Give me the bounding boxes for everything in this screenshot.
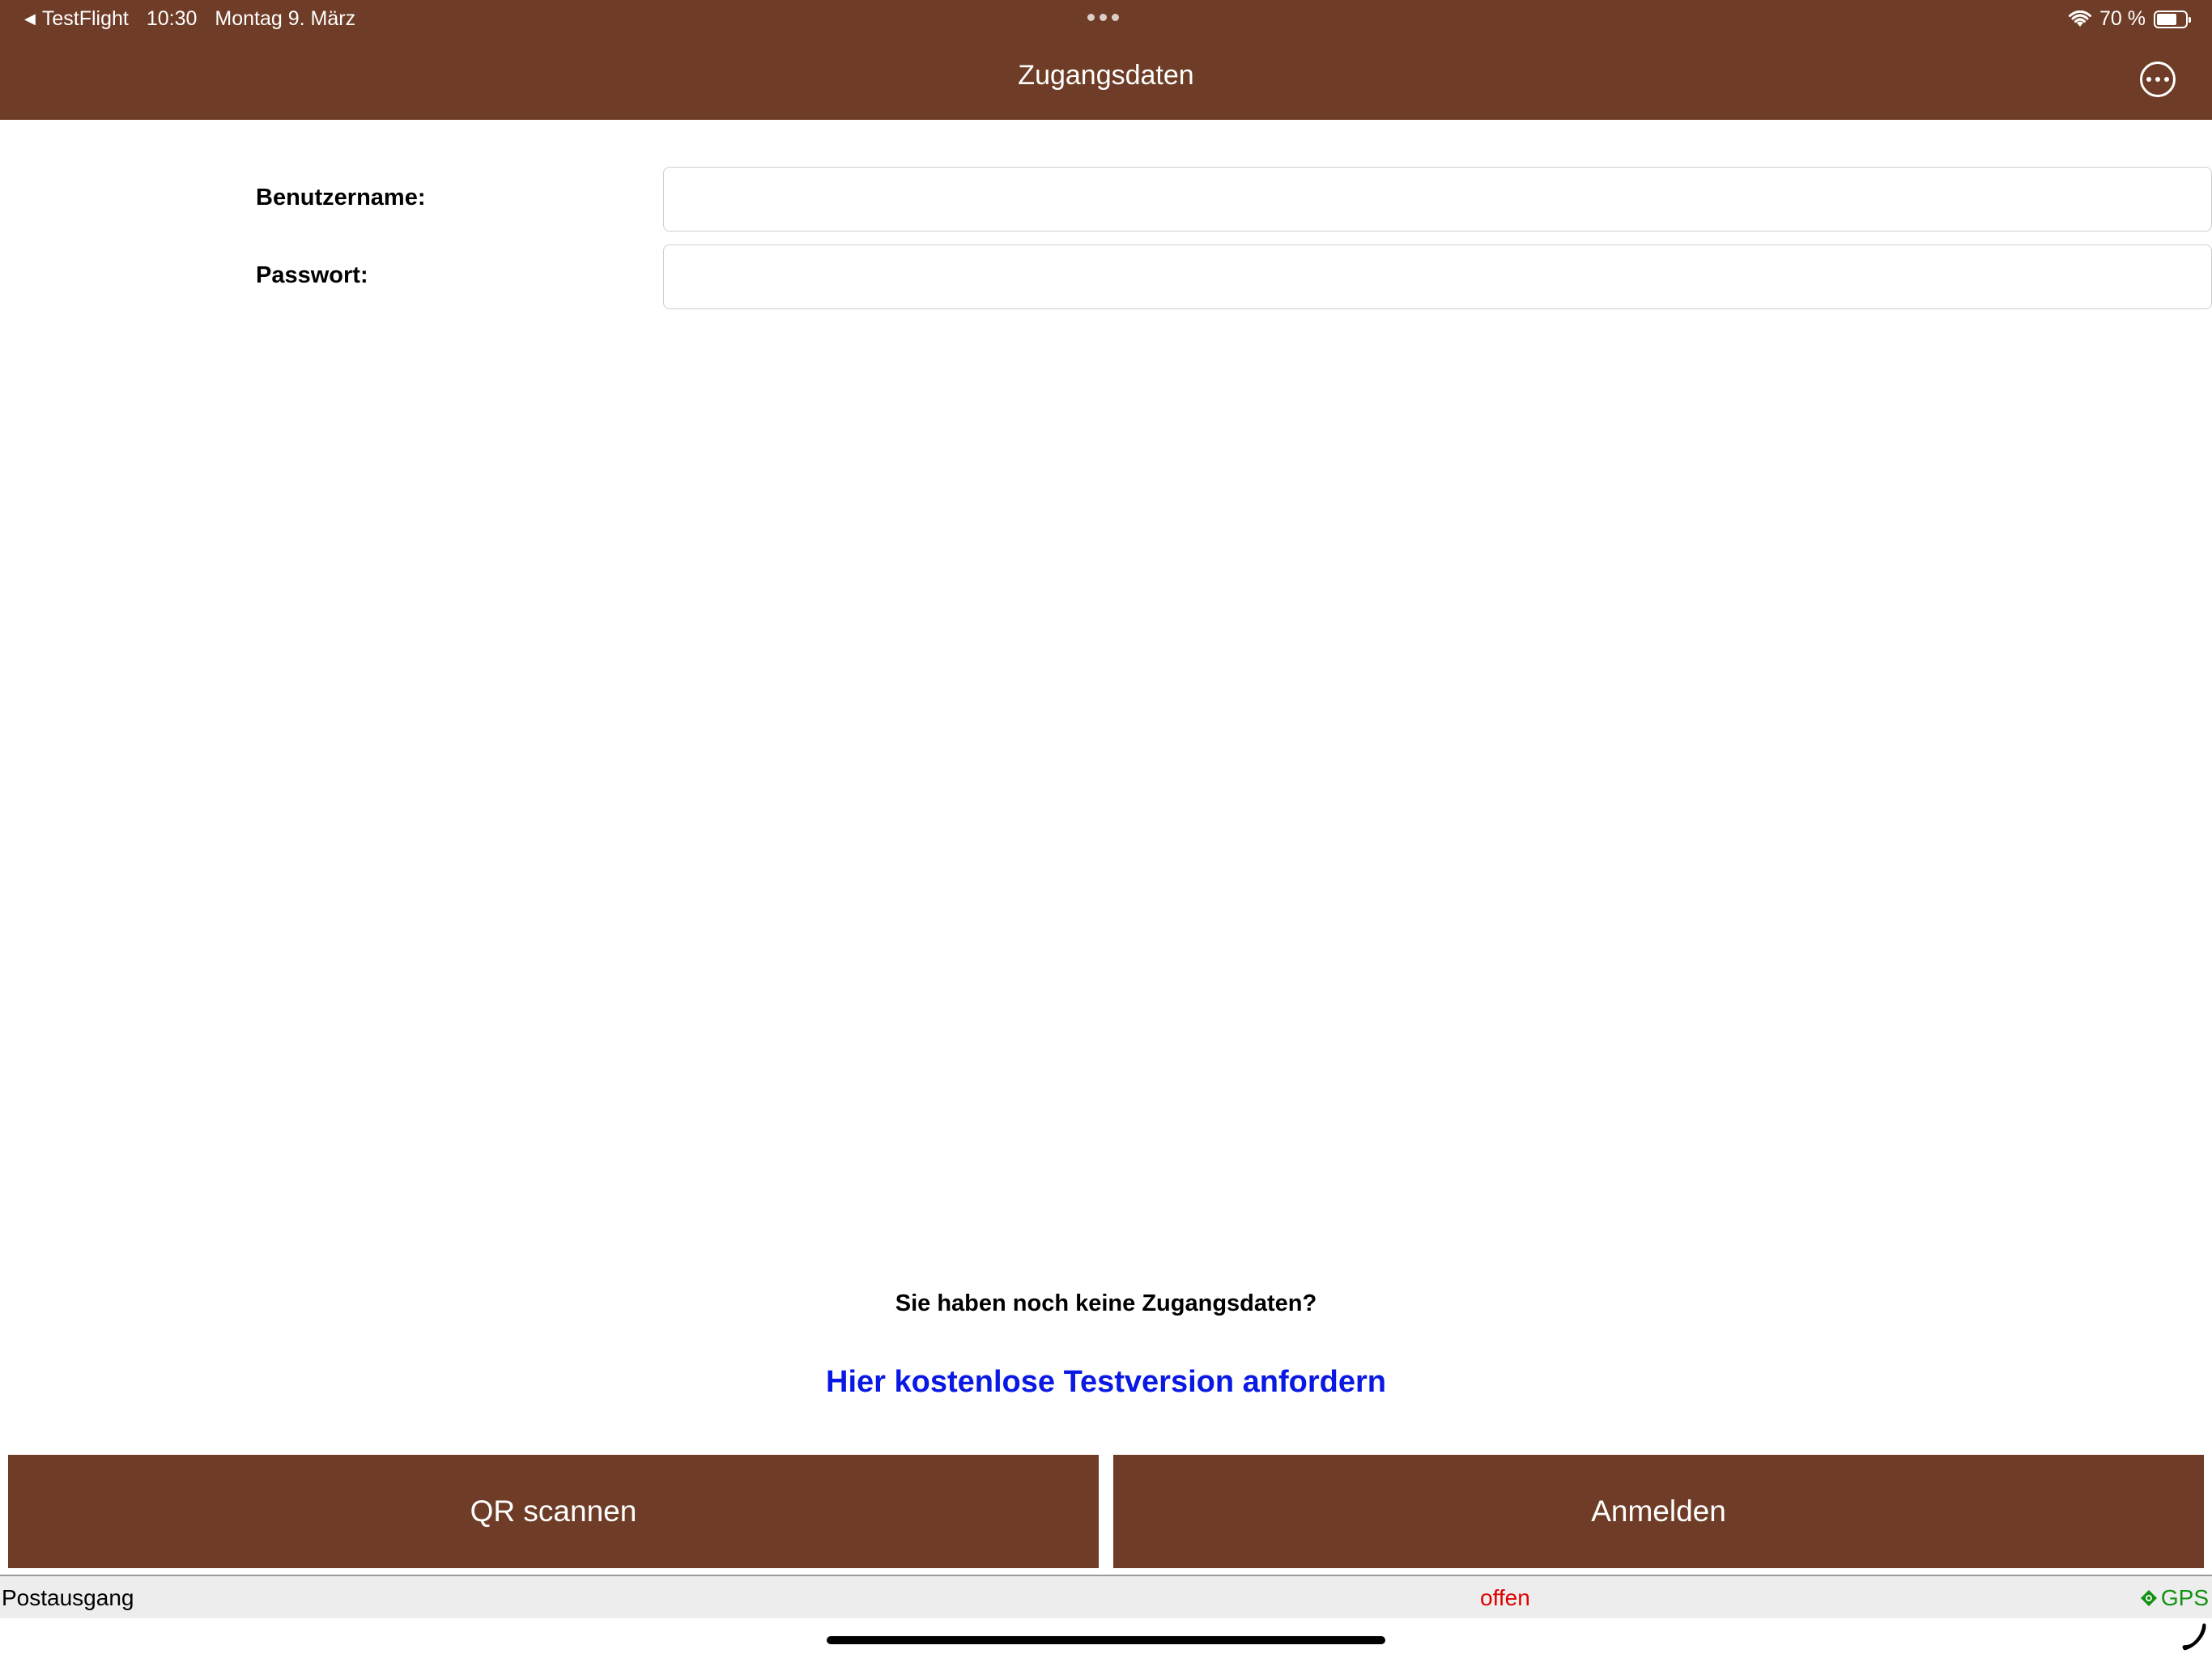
username-input[interactable] bbox=[663, 167, 2212, 232]
battery-percent: 70 % bbox=[2099, 7, 2146, 30]
outbox-label[interactable]: Postausgang bbox=[2, 1585, 134, 1611]
wifi-icon bbox=[2069, 10, 2092, 27]
password-row: Passwort: bbox=[0, 244, 2212, 309]
username-row: Benutzername: bbox=[0, 167, 2212, 232]
gps-label: GPS bbox=[2160, 1585, 2209, 1610]
ellipsis-circle-icon[interactable] bbox=[2140, 62, 2176, 97]
gps-crosshair-icon bbox=[2140, 1590, 2157, 1606]
app-header: ◀ TestFlight 10:30 Montag 9. März 70 % Z… bbox=[0, 0, 2212, 120]
qr-scan-button[interactable]: QR scannen bbox=[8, 1455, 1099, 1568]
page-title: Zugangsdaten bbox=[1018, 60, 1194, 91]
status-bar: ◀ TestFlight 10:30 Montag 9. März 70 % bbox=[0, 0, 2212, 37]
back-to-app-link[interactable]: TestFlight bbox=[42, 7, 129, 31]
footer-status-bar: Postausgang offen GPS bbox=[0, 1575, 2212, 1618]
status-date: Montag 9. März bbox=[215, 7, 356, 30]
signup-prompt: Sie haben noch keine Zugangsdaten? bbox=[895, 1290, 1317, 1316]
status-left: ◀ TestFlight 10:30 Montag 9. März bbox=[24, 7, 355, 31]
battery-fill bbox=[2157, 13, 2176, 25]
connection-status: offen bbox=[1480, 1585, 1530, 1610]
password-input[interactable] bbox=[663, 244, 2212, 309]
password-label: Passwort: bbox=[256, 262, 368, 288]
request-trial-link[interactable]: Hier kostenlose Testversion anfordern bbox=[0, 1365, 2212, 1400]
status-right: 70 % bbox=[2069, 7, 2191, 31]
battery-icon bbox=[2154, 10, 2191, 28]
gps-indicator: GPS bbox=[2140, 1585, 2209, 1611]
login-button[interactable]: Anmelden bbox=[1113, 1455, 2204, 1568]
username-label: Benutzername: bbox=[256, 185, 426, 210]
home-indicator[interactable] bbox=[827, 1636, 1385, 1644]
phone-icon[interactable] bbox=[2178, 1621, 2209, 1652]
multitasking-dots-icon[interactable] bbox=[1087, 14, 1119, 21]
back-triangle-icon[interactable]: ◀ bbox=[24, 11, 36, 28]
status-time: 10:30 bbox=[146, 7, 198, 30]
